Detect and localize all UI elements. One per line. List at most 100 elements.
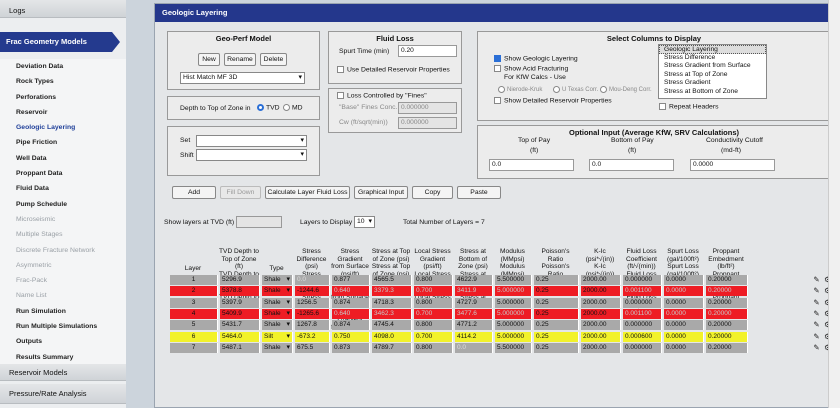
sidebar-item-discrete-fracture-network[interactable]: Discrete Fracture Network xyxy=(16,243,126,258)
sidebar-item-results-summary[interactable]: Results Summary xyxy=(16,350,126,365)
show-detailed-checkbox[interactable]: Show Detailed Reservoir Properties xyxy=(494,97,612,104)
table-cell[interactable]: 0.0000 xyxy=(664,320,704,331)
table-cell[interactable]: 0.000000 xyxy=(623,297,662,308)
table-cell[interactable]: 0.0000 xyxy=(664,297,704,308)
table-cell[interactable]: 5431.7 xyxy=(220,320,260,331)
table-row[interactable]: 6 5464.0 Silt ▾ -673.2 0.750 4098.0 0.700 4114.2… xyxy=(170,331,840,342)
sidebar-item-perforations[interactable]: Perforations xyxy=(16,90,126,105)
table-cell[interactable]: 0.20000 xyxy=(706,308,748,319)
table-row[interactable]: 1 5296.9 Shale ▾ 0.0 0.877 4565.5 0.800 4622.9 5.… xyxy=(170,275,840,285)
nav-logs[interactable]: Logs xyxy=(0,0,126,18)
table-cell[interactable]: 0.0 xyxy=(455,342,493,353)
column-option[interactable]: Geologic Layering xyxy=(659,45,766,54)
table-cell[interactable]: 0.20000 xyxy=(706,320,748,331)
table-cell[interactable]: 0.0000 xyxy=(664,275,704,285)
table-cell[interactable]: 0.25 xyxy=(534,331,579,342)
column-option[interactable]: Stress Difference xyxy=(659,54,766,63)
table-cell[interactable]: 4114.2 xyxy=(455,331,493,342)
sidebar-item-run-multiple-simulations[interactable]: Run Multiple Simulations xyxy=(16,319,126,334)
table-cell[interactable]: 5.000000 xyxy=(495,286,532,297)
type-select[interactable]: Shale ▾ xyxy=(262,308,293,319)
base-fines-input[interactable]: 0.000000 xyxy=(398,102,457,114)
edit-icon[interactable]: ✎ xyxy=(812,309,821,319)
show-layers-input[interactable] xyxy=(236,216,282,228)
conductivity-input[interactable]: 0.0000 xyxy=(690,159,775,171)
sidebar-item-well-data[interactable]: Well Data xyxy=(16,151,126,166)
table-cell[interactable]: 0.800 xyxy=(414,275,453,285)
table-cell[interactable]: 3477.6 xyxy=(455,308,493,319)
table-cell[interactable]: 4727.9 xyxy=(455,297,493,308)
table-cell[interactable]: 2 xyxy=(170,286,218,297)
column-option[interactable]: Stress at Top of Zone xyxy=(659,71,766,80)
table-cell[interactable]: 3 xyxy=(170,297,218,308)
table-row[interactable]: 4 5409.9 Shale ▾ -1265.6 0.640 3462.3 0.700 3477… xyxy=(170,308,840,319)
top-of-pay-input[interactable]: 0.0 xyxy=(489,159,574,171)
table-cell[interactable]: 0.000000 xyxy=(623,320,662,331)
sidebar-item-deviation-data[interactable]: Deviation Data xyxy=(16,59,126,74)
nierode-radio[interactable]: Nierode-Kruk xyxy=(498,86,542,93)
sidebar-item-outputs[interactable]: Outputs xyxy=(16,334,126,349)
table-cell[interactable]: 0.873 xyxy=(332,342,370,353)
nav-frac-geometry-models[interactable]: Frac Geometry Models xyxy=(0,32,120,52)
cw-input[interactable]: 0.000000 xyxy=(398,117,457,129)
fill-down-button[interactable]: Fill Down xyxy=(220,186,261,199)
table-cell[interactable]: 0.800 xyxy=(414,297,453,308)
table-cell[interactable]: 0.0 xyxy=(295,275,330,285)
edit-icon[interactable]: ✎ xyxy=(812,286,821,296)
spurt-time-input[interactable]: 0.20 xyxy=(398,45,457,57)
table-cell[interactable]: 4745.4 xyxy=(372,320,412,331)
nav-reservoir-models[interactable]: Reservoir Models xyxy=(0,364,126,381)
table-cell[interactable]: -1265.6 xyxy=(295,308,330,319)
table-cell[interactable]: 0.874 xyxy=(332,320,370,331)
table-cell[interactable]: 5464.0 xyxy=(220,331,260,342)
sidebar-item-frac-pack[interactable]: Frac-Pack xyxy=(16,273,126,288)
table-cell[interactable]: 3411.9 xyxy=(455,286,493,297)
table-cell[interactable]: 0.700 xyxy=(414,286,453,297)
table-cell[interactable]: 0.877 xyxy=(332,275,370,285)
delete-button[interactable]: Delete xyxy=(260,53,287,66)
table-cell[interactable]: 2000.00 xyxy=(581,320,621,331)
new-button[interactable]: New xyxy=(198,53,220,66)
edit-icon[interactable]: ✎ xyxy=(812,298,821,308)
table-cell[interactable]: -673.2 xyxy=(295,331,330,342)
copy-button[interactable]: Copy xyxy=(412,186,453,199)
type-select[interactable]: Shale ▾ xyxy=(262,275,293,285)
table-row[interactable]: 7 5487.1 Shale ▾ 675.5 0.873 4789.7 0.800 0.0 5.5… xyxy=(170,342,840,353)
table-cell[interactable]: 0.640 xyxy=(332,308,370,319)
table-cell[interactable]: 0.000000 xyxy=(623,342,662,353)
table-cell[interactable]: 2000.00 xyxy=(581,342,621,353)
table-cell[interactable]: 5397.9 xyxy=(220,297,260,308)
loss-controlled-checkbox[interactable]: Loss Controlled by "Fines" xyxy=(337,92,427,99)
table-cell[interactable]: 0.000000 xyxy=(623,275,662,285)
table-cell[interactable]: 0.20000 xyxy=(706,286,748,297)
table-cell[interactable]: 0.0000 xyxy=(664,286,704,297)
type-select[interactable]: Shale ▾ xyxy=(262,286,293,297)
sidebar-item-pump-schedule[interactable]: Pump Schedule xyxy=(16,197,126,212)
table-cell[interactable]: 2000.00 xyxy=(581,275,621,285)
table-cell[interactable]: 5296.9 xyxy=(220,275,260,285)
table-cell[interactable]: 6 xyxy=(170,331,218,342)
moudeng-radio[interactable]: Mou-Deng Corr. xyxy=(600,86,652,93)
table-cell[interactable]: 7 xyxy=(170,342,218,353)
edit-icon[interactable]: ✎ xyxy=(812,343,821,353)
table-cell[interactable]: 3462.3 xyxy=(372,308,412,319)
add-button[interactable]: Add xyxy=(172,186,216,199)
utexas-radio[interactable]: U Texas Corr. xyxy=(553,86,598,93)
table-cell[interactable]: 5.000000 xyxy=(495,320,532,331)
table-cell[interactable]: 1256.5 xyxy=(295,297,330,308)
table-cell[interactable]: 0.800 xyxy=(414,342,453,353)
table-cell[interactable]: 4789.7 xyxy=(372,342,412,353)
table-cell[interactable]: 3379.3 xyxy=(372,286,412,297)
sidebar-item-run-simulation[interactable]: Run Simulation xyxy=(16,304,126,319)
table-cell[interactable]: 2000.00 xyxy=(581,286,621,297)
table-cell[interactable]: 5.500000 xyxy=(495,275,532,285)
table-cell[interactable]: 0.0000 xyxy=(664,331,704,342)
sidebar-item-microseismic[interactable]: Microseismic xyxy=(16,212,126,227)
type-select[interactable]: Shale ▾ xyxy=(262,297,293,308)
table-cell[interactable]: 0.20000 xyxy=(706,297,748,308)
table-row[interactable]: 5 5431.7 Shale ▾ 1267.8 0.874 4745.4 0.800 4771.… xyxy=(170,320,840,331)
sidebar-item-proppant-data[interactable]: Proppant Data xyxy=(16,166,126,181)
sidebar-item-pipe-friction[interactable]: Pipe Friction xyxy=(16,135,126,150)
table-cell[interactable]: 0.20000 xyxy=(706,331,748,342)
column-option[interactable]: Stress at Bottom of Zone xyxy=(659,88,766,97)
